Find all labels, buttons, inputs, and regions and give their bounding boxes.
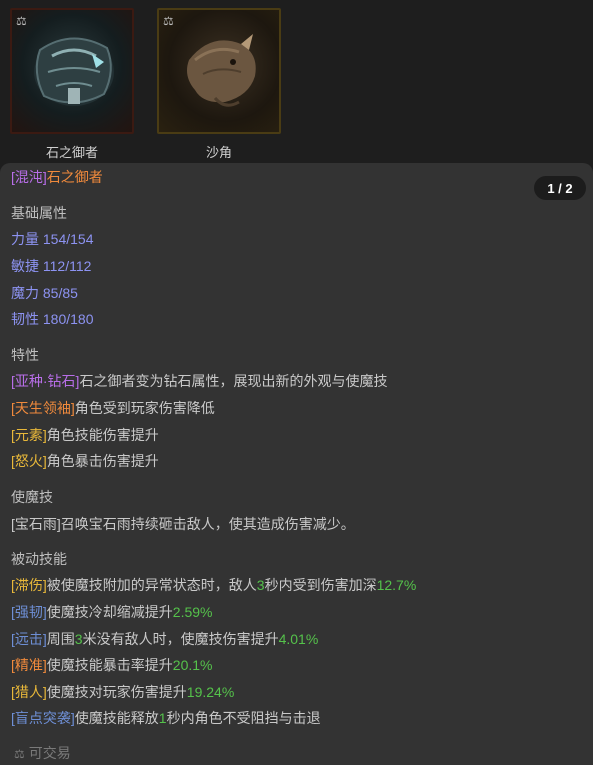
trait-tag: [元素] — [11, 427, 47, 443]
balance-scale-icon: ⚖ — [14, 747, 25, 761]
passive-value: 2.59% — [172, 604, 213, 620]
trait-tag: [亚种·钻石] — [11, 373, 80, 389]
passive-item: [猎人]使魔技对玩家伤害提升19.24% — [11, 682, 234, 702]
pet-card-sand-horn[interactable]: ⚖ 沙角 — [157, 8, 281, 161]
skill-heading: 使魔技 — [11, 489, 53, 505]
passive-tag: [滞伤] — [11, 577, 47, 593]
passive-tag: [精准] — [11, 657, 47, 673]
skill-item: [宝石雨]召唤宝石雨持续砸击敌人，使其造成伤害减少。 — [11, 514, 355, 534]
attr-agility: 敏捷 112/112 — [11, 258, 92, 274]
trait-text: 角色技能伤害提升 — [46, 427, 159, 443]
passive-item: [远击]周围3米没有敌人时，使魔技伤害提升4.01% — [11, 629, 318, 649]
passive-tag: [强韧] — [11, 604, 47, 620]
base-attrs-heading: 基础属性 — [11, 205, 67, 221]
pet-card-stone-rider[interactable]: ⚖ 石之御者 — [10, 8, 134, 161]
passive-tag: [猎人] — [11, 684, 47, 700]
trait-text: 角色受到玩家伤害降低 — [74, 400, 215, 416]
passive-value: 20.1% — [172, 657, 213, 673]
tradable-label: 可交易 — [28, 745, 71, 761]
trait-text: 石之御者变为钻石属性，展现出新的外观与使魔技 — [79, 373, 388, 389]
balance-scale-icon: ⚖ — [163, 14, 174, 28]
pet-portrait-sand-horn — [187, 34, 256, 107]
trait-item: [亚种·钻石]石之御者变为钻石属性，展现出新的外观与使魔技 — [11, 371, 387, 391]
skill-text: 召唤宝石雨持续砸击敌人，使其造成伤害减少。 — [60, 516, 355, 532]
trait-item: [怒火]角色暴击伤害提升 — [11, 451, 159, 471]
passive-text: 秒内受到伤害加深 — [264, 577, 377, 593]
passive-text: 使魔技能释放 — [74, 710, 159, 726]
trait-item: [元素]角色技能伤害提升 — [11, 425, 159, 445]
passive-text: 秒内角色不受阻挡与击退 — [166, 710, 321, 726]
trait-tag: [怒火] — [11, 453, 47, 469]
passive-text: 使魔技能暴击率提升 — [46, 657, 173, 673]
passives-heading: 被动技能 — [11, 551, 67, 567]
passive-text: 使魔技冷却缩减提升 — [46, 604, 173, 620]
passive-value: 4.01% — [278, 631, 319, 647]
pet-name: 石之御者 — [45, 145, 98, 160]
trait-text: 角色暴击伤害提升 — [46, 453, 159, 469]
pet-title-name: 石之御者 — [46, 169, 103, 185]
passive-value: 19.24% — [186, 684, 235, 700]
pet-portrait-frame[interactable]: ⚖ — [10, 8, 134, 134]
page-indicator[interactable]: 1 / 2 — [534, 176, 586, 200]
passive-value: 3 — [74, 631, 83, 647]
trait-tag: [天生领袖] — [11, 400, 75, 416]
passive-item: [精准]使魔技能暴击率提升20.1% — [11, 655, 212, 675]
passive-tag: [远击] — [11, 631, 47, 647]
balance-scale-icon: ⚖ — [16, 14, 27, 28]
passive-text: 周围 — [46, 631, 75, 647]
pet-portrait-frame[interactable]: ⚖ — [157, 8, 281, 134]
passive-value: 1 — [158, 710, 167, 726]
passive-value: 12.7% — [376, 577, 417, 593]
passive-tag: [盲点突袭] — [11, 710, 75, 726]
pet-title: [混沌]石之御者 — [11, 167, 103, 187]
trait-item: [天生领袖]角色受到玩家伤害降低 — [11, 398, 215, 418]
quality-tag: [混沌] — [11, 169, 47, 185]
pet-detail-panel: [混沌]石之御者 1 / 2 基础属性 力量 154/154 敏捷 112/11… — [0, 163, 593, 765]
pet-portrait-stone-rider — [34, 37, 114, 106]
traits-heading: 特性 — [11, 347, 39, 363]
passive-item: [强韧]使魔技冷却缩减提升2.59% — [11, 602, 212, 622]
passive-item: [滞伤]被使魔技附加的异常状态时，敌人3秒内受到伤害加深12.7% — [11, 575, 416, 595]
passive-value: 3 — [256, 577, 265, 593]
attr-toughness: 韧性 180/180 — [11, 311, 94, 327]
passive-text: 米没有敌人时，使魔技伤害提升 — [82, 631, 279, 647]
skill-tag: [宝石雨] — [11, 516, 61, 532]
passive-text: 使魔技对玩家伤害提升 — [46, 684, 187, 700]
passive-text: 被使魔技附加的异常状态时，敌人 — [46, 577, 257, 593]
passive-item: [盲点突袭]使魔技能释放1秒内角色不受阻挡与击退 — [11, 708, 321, 728]
tradable-status: ⚖ 可交易 — [14, 743, 71, 763]
attr-strength: 力量 154/154 — [11, 231, 94, 247]
attr-magic: 魔力 85/85 — [11, 285, 78, 301]
pet-name: 沙角 — [205, 145, 232, 160]
